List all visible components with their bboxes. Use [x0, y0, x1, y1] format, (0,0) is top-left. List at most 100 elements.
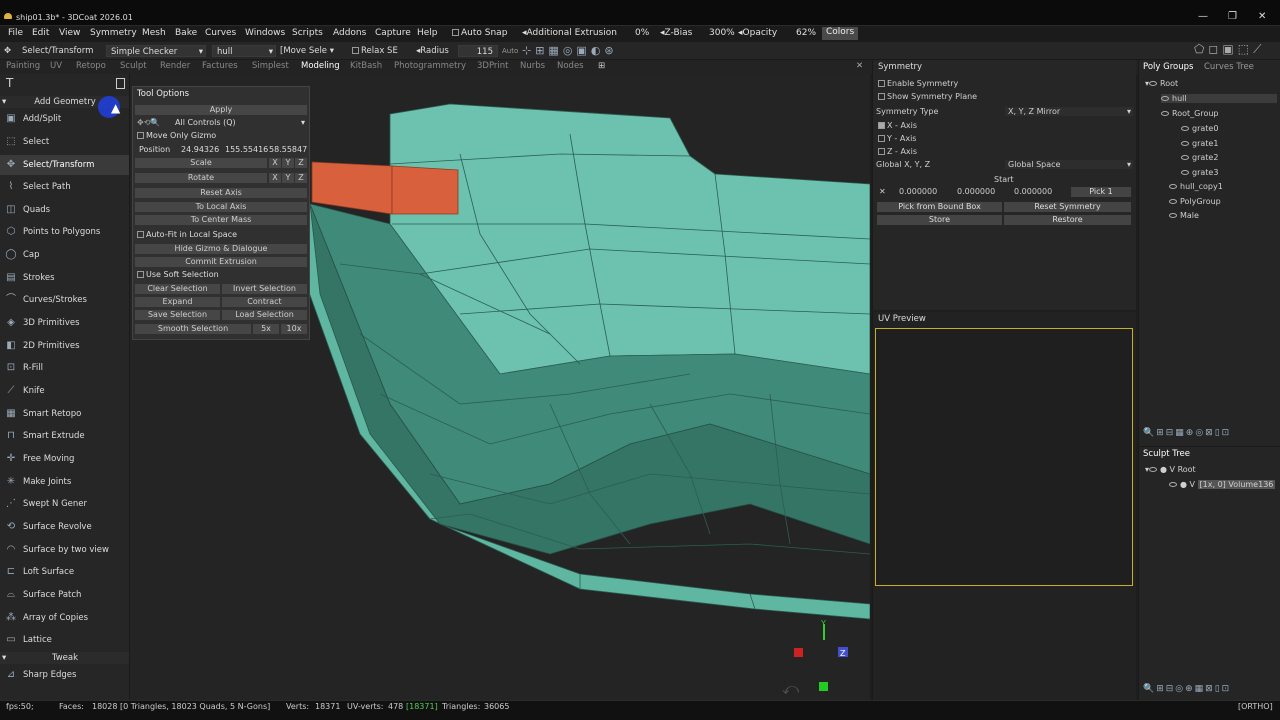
visibility-icon[interactable] — [1169, 213, 1177, 218]
tree-item-hull[interactable]: hull — [1161, 94, 1277, 103]
sculpt-tree-root[interactable]: ▾ ● V Root — [1145, 465, 1196, 474]
tool-free-moving[interactable]: ✛ Free Moving — [0, 449, 129, 469]
radius-field[interactable]: ◂Radius — [416, 45, 449, 57]
view-icons[interactable]: ⬠◻▣⬚⟋ — [1194, 43, 1265, 55]
undo-arrow-icon[interactable]: ⤺ — [782, 679, 799, 698]
tool-sharp-edges[interactable]: ⊿ Sharp Edges — [0, 665, 129, 685]
menu-file[interactable]: File — [8, 28, 23, 38]
scale-z-button[interactable]: Z — [295, 158, 307, 168]
object-select[interactable]: hull ▾ — [212, 45, 276, 57]
menu-symmetry[interactable]: Symmetry — [90, 28, 137, 38]
tool-3d-primitives[interactable]: ◈ 3D Primitives — [0, 313, 129, 333]
menu-view[interactable]: View — [59, 28, 80, 38]
visibility-icon[interactable] — [1181, 155, 1189, 160]
tree-item-hull-copy1[interactable]: hull_copy1 — [1169, 182, 1223, 191]
tool-swept-n-gener[interactable]: ⋰ Swept N Gener — [0, 494, 129, 514]
menu-edit[interactable]: Edit — [32, 28, 49, 38]
position-y-field[interactable]: 155.55416 — [225, 145, 268, 154]
contract-button[interactable]: Contract — [222, 297, 307, 307]
smooth-selection-button[interactable]: Smooth Selection — [135, 324, 251, 334]
tree-item-grate1[interactable]: grate1 — [1181, 139, 1218, 148]
ghost-icon[interactable]: ● — [1160, 465, 1167, 474]
symmetry-tab[interactable]: Symmetry — [878, 62, 922, 72]
x-axis-checkbox[interactable] — [878, 122, 885, 129]
menu-help[interactable]: Help — [417, 28, 438, 38]
show-plane-toggle[interactable]: Show Symmetry Plane — [878, 92, 977, 101]
tree-item-polygroup[interactable]: PolyGroup — [1169, 197, 1221, 206]
controls-select[interactable]: All Controls (Q) — [175, 118, 236, 127]
tree-item-grate2[interactable]: grate2 — [1181, 153, 1218, 162]
commit-extrusion-button[interactable]: Commit Extrusion — [135, 257, 307, 267]
rotate-z-button[interactable]: Z — [295, 173, 307, 183]
relax-checkbox[interactable] — [352, 47, 359, 54]
tree-item-root-group[interactable]: Root_Group — [1161, 109, 1218, 118]
hide-gizmo-button[interactable]: Hide Gizmo & Dialogue — [135, 244, 307, 254]
move-only-gizmo-checkbox[interactable] — [137, 132, 144, 139]
enable-symmetry-checkbox[interactable] — [878, 80, 885, 87]
sculpt-tree-tool-icons[interactable]: 🔍⊞⊟◎⊕▦⊠▯⊡ — [1143, 684, 1231, 694]
sculpt-tree-volume[interactable]: ● V [1x, 0] Volume136 — [1169, 480, 1276, 489]
pick-button[interactable]: Pick 1 — [1071, 187, 1131, 197]
x-axis-toggle[interactable]: X - Axis — [878, 121, 917, 130]
clear-selection-button[interactable]: Clear Selection — [135, 284, 220, 294]
tab-3dprint[interactable]: 3DPrint — [477, 61, 509, 71]
rotate-x-button[interactable]: X — [269, 173, 281, 183]
tab-photogrammetry[interactable]: Photogrammetry — [394, 61, 466, 71]
smooth-5x-button[interactable]: 5x — [253, 324, 279, 334]
tab-nurbs[interactable]: Nurbs — [520, 61, 545, 71]
position-z-field[interactable]: 58.55847 — [269, 145, 307, 154]
visibility-icon[interactable] — [1149, 81, 1158, 86]
tool-select-path[interactable]: ⌇ Select Path — [0, 177, 129, 197]
store-button[interactable]: Store — [877, 215, 1002, 225]
visibility-icon[interactable] — [1161, 96, 1169, 101]
rotate-button[interactable]: Rotate — [135, 173, 267, 183]
relax-toggle[interactable]: Relax SE — [352, 45, 398, 57]
maximize-button[interactable]: ❐ — [1228, 11, 1237, 22]
scale-y-button[interactable]: Y — [282, 158, 294, 168]
visibility-icon[interactable] — [1169, 199, 1177, 204]
text-tool-icon[interactable]: T — [6, 76, 13, 90]
dropdown-arrow-icon[interactable]: ▾ — [301, 118, 305, 127]
rotate-y-button[interactable]: Y — [282, 173, 294, 183]
to-center-mass-button[interactable]: To Center Mass — [135, 215, 307, 225]
tab-uv[interactable]: UV — [50, 61, 62, 71]
additional-extrusion-field[interactable]: ◂Additional Extrusion — [522, 28, 617, 38]
add-room-icon[interactable]: ⊞ — [598, 61, 605, 71]
uv-preview-canvas[interactable] — [875, 328, 1133, 586]
y-axis-toggle[interactable]: Y - Axis — [878, 134, 916, 143]
visibility-icon[interactable] — [1161, 111, 1169, 116]
show-plane-checkbox[interactable] — [878, 93, 885, 100]
tab-simplest[interactable]: Simplest — [252, 61, 289, 71]
smooth-10x-button[interactable]: 10x — [281, 324, 307, 334]
tab-modeling[interactable]: Modeling — [301, 61, 340, 71]
tool-surface-revolve[interactable]: ⟲ Surface Revolve — [0, 517, 129, 537]
section-tweak[interactable]: ▾ Tweak — [0, 652, 129, 664]
tool-select-transform[interactable]: ✥ Select/Transform — [0, 155, 129, 175]
auto-snap-checkbox[interactable] — [452, 29, 459, 36]
move-only-gizmo-toggle[interactable]: Move Only Gizmo — [137, 131, 216, 140]
z-axis-toggle[interactable]: Z - Axis — [878, 147, 917, 156]
close-room-icon[interactable]: ✕ — [856, 61, 863, 71]
auto-fit-checkbox[interactable] — [137, 231, 144, 238]
opacity-value[interactable]: 62% — [796, 28, 816, 38]
reset-symmetry-button[interactable]: Reset Symmetry — [1004, 202, 1131, 212]
tab-kitbash[interactable]: KitBash — [350, 61, 382, 71]
menu-bake[interactable]: Bake — [175, 28, 197, 38]
auto-fit-toggle[interactable]: Auto-Fit in Local Space — [137, 230, 237, 239]
start-x-field[interactable]: 0.000000 — [899, 187, 937, 196]
pick-bound-box-button[interactable]: Pick from Bound Box — [877, 202, 1002, 212]
tool-surface-patch[interactable]: ⌓ Surface Patch — [0, 585, 129, 605]
tree-item-grate3[interactable]: grate3 — [1181, 168, 1218, 177]
auto-snap-toggle[interactable]: Auto Snap — [452, 28, 507, 38]
enable-symmetry-toggle[interactable]: Enable Symmetry — [878, 79, 958, 88]
tool-make-joints[interactable]: ✳ Make Joints — [0, 472, 129, 492]
tab-render[interactable]: Render — [160, 61, 190, 71]
tool-loft-surface[interactable]: ⊏ Loft Surface — [0, 562, 129, 582]
tab-curves-tree[interactable]: Curves Tree — [1204, 62, 1254, 72]
tree-item-root[interactable]: ▾ Root — [1145, 79, 1178, 88]
tab-sculpt[interactable]: Sculpt — [120, 61, 147, 71]
tool-r-fill[interactable]: ⊡ R-Fill — [0, 358, 129, 378]
extrusion-value[interactable]: 0% — [635, 28, 649, 38]
tree-item-grate0[interactable]: grate0 — [1181, 124, 1218, 133]
tool-cap[interactable]: ◯ Cap — [0, 245, 129, 265]
